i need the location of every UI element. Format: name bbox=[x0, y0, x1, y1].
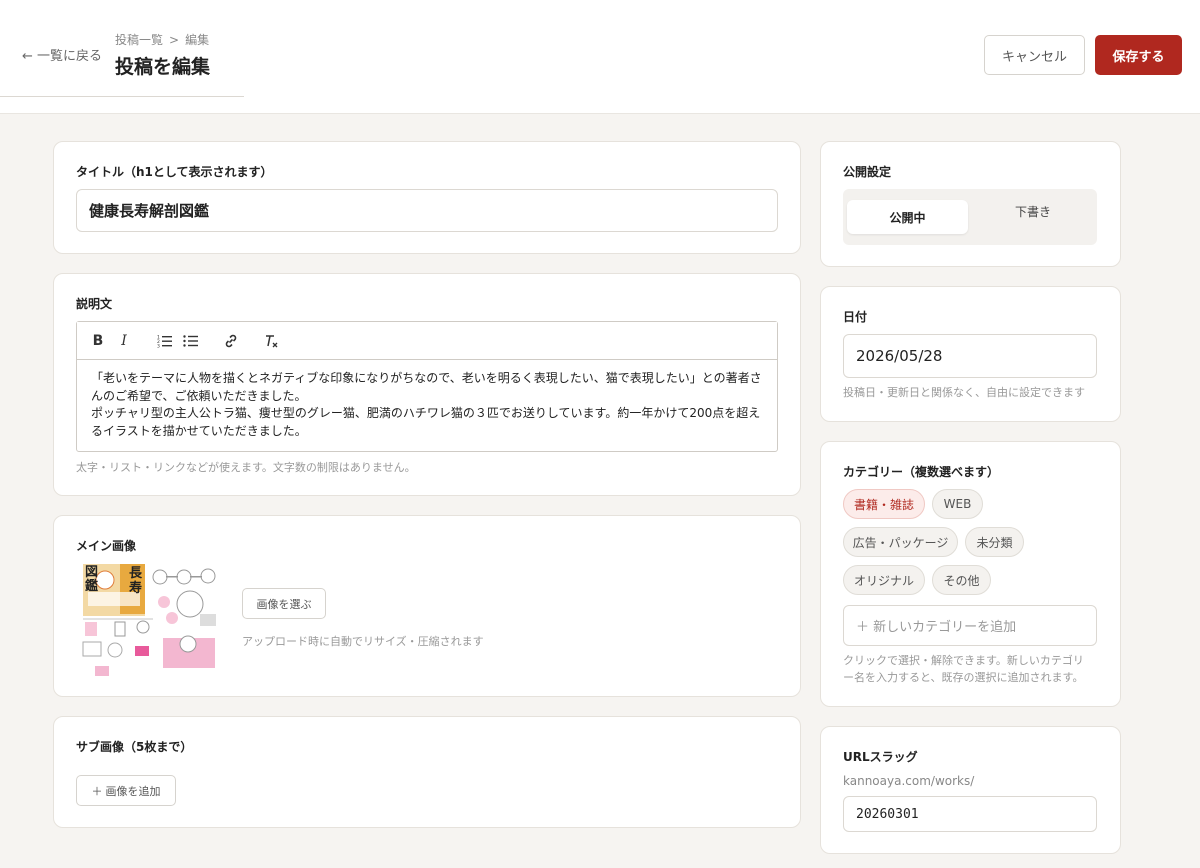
slug-input-value: 20260301 bbox=[856, 806, 919, 822]
date-hint: 投稿日・更新日と関係なく、自由に設定できます bbox=[843, 386, 1085, 399]
choose-image-button[interactable]: 画像を選ぶ bbox=[242, 588, 326, 619]
editor-content[interactable]: 「老いをテーマに人物を描くとネガティブな印象になりがちなので、老いを明るく表現し… bbox=[91, 370, 767, 440]
slug-label: URLスラッグ bbox=[843, 750, 918, 764]
thumbnail-text-choju: 長寿 bbox=[129, 566, 143, 596]
category-chip-web[interactable]: WEB bbox=[932, 489, 983, 519]
ordered-list-icon[interactable]: 123 bbox=[155, 331, 175, 351]
category-chip-other[interactable]: その他 bbox=[932, 565, 991, 595]
top-bar: ← 一覧に戻る 投稿一覧 > 編集 投稿を編集 キャンセル 保存する bbox=[0, 0, 1200, 114]
breadcrumb-item-edit: 編集 bbox=[185, 33, 210, 47]
description-label: 説明文 bbox=[76, 297, 113, 311]
link-icon[interactable] bbox=[221, 331, 241, 351]
date-input-value: 2026/05/28 bbox=[856, 347, 943, 365]
main-image-thumbnail: 図鑑 長寿 bbox=[80, 562, 220, 676]
publish-option-draft[interactable]: 下書き bbox=[973, 201, 1093, 221]
thumbnail-text-zukan: 図鑑 bbox=[85, 565, 99, 594]
publish-label: 公開設定 bbox=[843, 165, 892, 179]
rich-text-editor: B I 123 「老いをテーマに人物を描くとネガティブな印象になりがちなので、老… bbox=[76, 321, 778, 452]
description-hint: 太字・リスト・リンクなどが使えます。文字数の制限はありません。 bbox=[76, 461, 416, 474]
editor-paragraph: ポッチャリ型の主人公トラ猫、痩せ型のグレー猫、肥満のハチワレ猫の３匹でお送りして… bbox=[91, 406, 761, 438]
new-category-input[interactable]: ＋ 新しいカテゴリーを追加 bbox=[843, 605, 1097, 646]
breadcrumb: 投稿一覧 > 編集 bbox=[115, 31, 209, 48]
header-divider bbox=[0, 96, 244, 97]
category-hint-line-2: ー名を入力すると、既存の選択に追加されます。 bbox=[843, 671, 1084, 684]
cancel-button[interactable]: キャンセル bbox=[984, 35, 1085, 75]
category-label: カテゴリー（複数選べます） bbox=[843, 465, 1000, 479]
category-chip-ads[interactable]: 広告・パッケージ bbox=[843, 527, 958, 557]
slug-card bbox=[820, 726, 1121, 854]
sub-image-label: サブ画像（5枚まで） bbox=[76, 740, 193, 754]
publish-option-published[interactable]: 公開中 bbox=[847, 200, 968, 234]
breadcrumb-item-list[interactable]: 投稿一覧 bbox=[115, 33, 163, 47]
add-sub-image-button[interactable]: ＋ 画像を追加 bbox=[76, 775, 176, 806]
slug-input[interactable]: 20260301 bbox=[843, 796, 1097, 832]
svg-text:3: 3 bbox=[157, 344, 160, 349]
title-input-value: 健康長寿解剖図鑑 bbox=[89, 202, 210, 220]
main-image-hint: アップロード時に自動でリサイズ・圧縮されます bbox=[242, 635, 484, 648]
category-chip-uncategorized[interactable]: 未分類 bbox=[965, 527, 1024, 557]
sub-image-card bbox=[53, 716, 801, 828]
new-category-placeholder: ＋ 新しいカテゴリーを追加 bbox=[856, 620, 1017, 635]
save-button[interactable]: 保存する bbox=[1095, 35, 1182, 75]
italic-icon[interactable]: I bbox=[114, 331, 134, 351]
category-chip-books[interactable]: 書籍・雑誌 bbox=[843, 489, 925, 519]
main-image-label: メイン画像 bbox=[76, 539, 137, 553]
breadcrumb-separator: > bbox=[169, 33, 180, 47]
date-input[interactable]: 2026/05/28 bbox=[843, 334, 1097, 378]
category-hint-line-1: クリックで選択・解除できます。新しいカテゴリ bbox=[843, 654, 1084, 667]
title-label: タイトル（h1として表示されます） bbox=[76, 165, 273, 179]
clear-format-icon[interactable] bbox=[261, 331, 281, 351]
bullet-list-icon[interactable] bbox=[181, 331, 201, 351]
publish-toggle: 公開中 下書き bbox=[843, 189, 1097, 245]
slug-prefix: kannoaya.com/works/ bbox=[843, 774, 975, 788]
page-title: 投稿を編集 bbox=[115, 56, 211, 78]
editor-toolbar: B I 123 bbox=[77, 322, 777, 360]
title-input[interactable]: 健康長寿解剖図鑑 bbox=[76, 189, 778, 232]
editor-paragraph: 「老いをテーマに人物を描くとネガティブな印象になりがちなので、老いを明るく表現し… bbox=[91, 371, 762, 403]
date-label: 日付 bbox=[843, 310, 868, 324]
back-to-list-link[interactable]: ← 一覧に戻る bbox=[22, 45, 102, 64]
bold-icon[interactable]: B bbox=[88, 331, 108, 351]
category-chip-original[interactable]: オリジナル bbox=[843, 565, 925, 595]
